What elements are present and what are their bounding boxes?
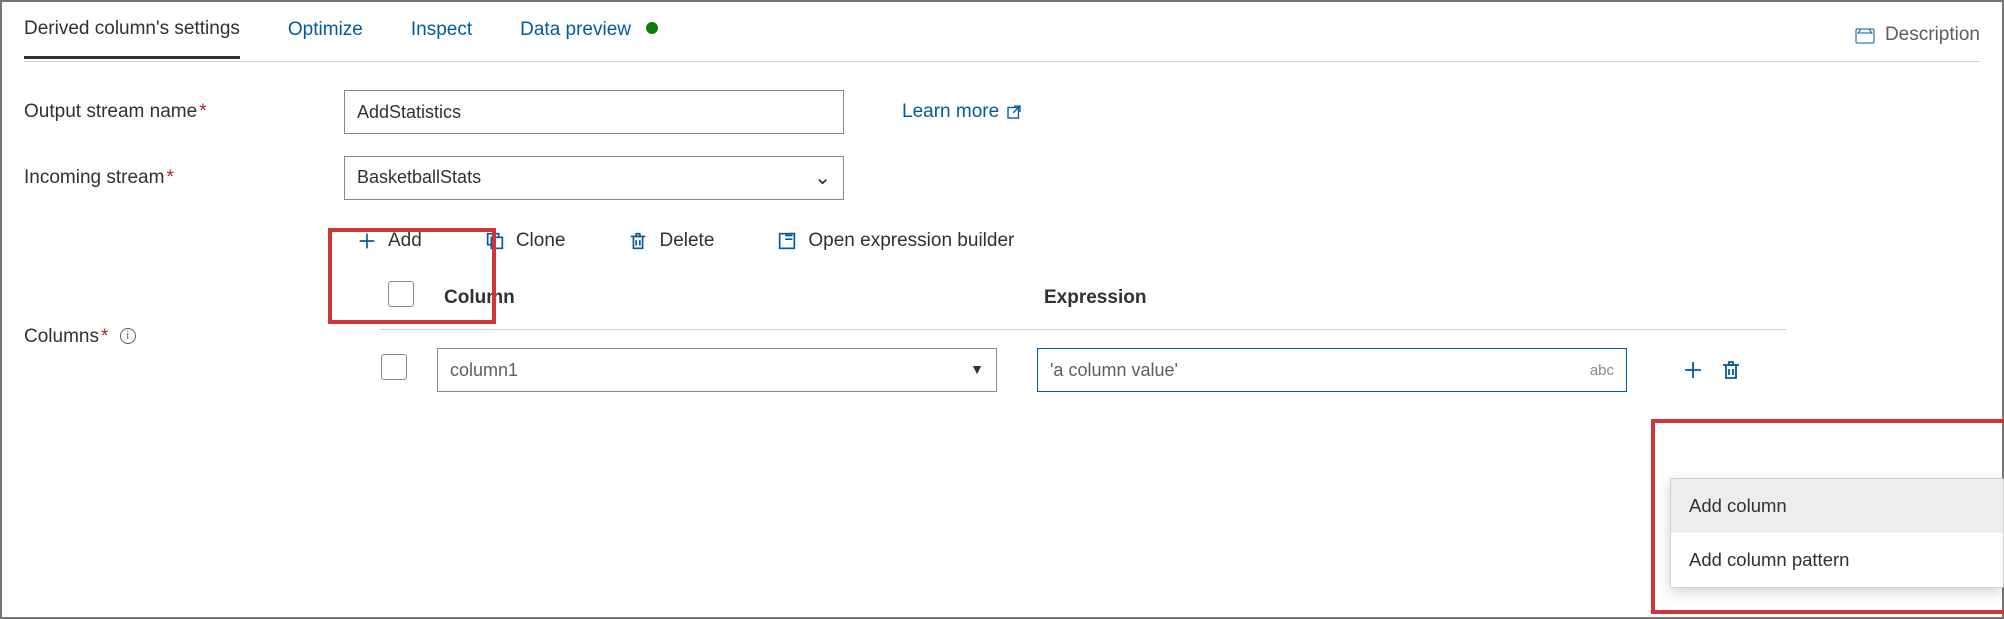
- external-link-icon: [1005, 103, 1023, 121]
- caret-down-icon: ▼: [970, 360, 984, 380]
- output-stream-input[interactable]: [344, 90, 844, 134]
- tab-settings[interactable]: Derived column's settings: [24, 16, 240, 60]
- row-checkbox[interactable]: [381, 354, 407, 380]
- tab-inspect[interactable]: Inspect: [411, 17, 472, 58]
- chevron-down-icon: ⌄: [814, 164, 831, 192]
- column-name-input[interactable]: column1 ▼: [437, 348, 997, 392]
- type-hint: abc: [1590, 360, 1614, 381]
- row-delete-icon[interactable]: [1719, 358, 1743, 382]
- tabs-bar: Derived column's settings Optimize Inspe…: [24, 10, 1980, 62]
- table-row: column1 ▼ 'a column value' abc: [380, 330, 1786, 394]
- learn-more-link[interactable]: Learn more: [902, 99, 1023, 126]
- open-builder-icon: [776, 230, 798, 252]
- columns-table: Column Expression column1 ▼: [380, 273, 1786, 394]
- add-button-label: Add: [388, 228, 422, 255]
- incoming-stream-value: BasketballStats: [357, 165, 481, 190]
- delete-button-label: Delete: [659, 228, 714, 255]
- description-icon: [1853, 24, 1877, 48]
- tab-data-preview[interactable]: Data preview: [520, 17, 658, 58]
- expression-input[interactable]: 'a column value' abc: [1037, 348, 1627, 392]
- description-link[interactable]: Description: [1853, 22, 1980, 49]
- status-dot-icon: [646, 22, 658, 34]
- clone-button[interactable]: Clone: [472, 222, 578, 261]
- add-button[interactable]: Add: [344, 222, 434, 261]
- clone-button-label: Clone: [516, 228, 566, 255]
- select-all-checkbox[interactable]: [388, 281, 414, 307]
- plus-icon: [356, 230, 378, 252]
- open-expression-builder-button[interactable]: Open expression builder: [764, 222, 1026, 261]
- output-stream-label: Output stream name*: [24, 99, 344, 126]
- columns-label: Columns* i: [24, 324, 344, 351]
- description-link-label: Description: [1885, 22, 1980, 49]
- menu-item-add-column-pattern[interactable]: Add column pattern: [1671, 533, 2003, 587]
- row-add-context-menu: Add column Add column pattern: [1670, 478, 2004, 588]
- incoming-stream-label: Incoming stream*: [24, 165, 344, 192]
- clone-icon: [484, 230, 506, 252]
- trash-icon: [627, 230, 649, 252]
- row-add-icon[interactable]: [1681, 358, 1705, 382]
- column-name-placeholder: column1: [450, 358, 518, 383]
- open-expression-builder-label: Open expression builder: [808, 228, 1014, 255]
- tab-optimize[interactable]: Optimize: [288, 17, 363, 58]
- info-icon[interactable]: i: [120, 328, 136, 344]
- menu-item-add-column[interactable]: Add column: [1671, 479, 2003, 533]
- incoming-stream-select[interactable]: BasketballStats ⌄: [344, 156, 844, 200]
- expression-placeholder: 'a column value': [1050, 358, 1178, 383]
- column-header-expression: Expression: [1036, 273, 1666, 330]
- delete-button[interactable]: Delete: [615, 222, 726, 261]
- columns-toolbar: Add Clone Delete Open expression builder: [344, 222, 1980, 261]
- tab-data-preview-label: Data preview: [520, 19, 631, 40]
- column-header-column: Column: [436, 273, 1036, 330]
